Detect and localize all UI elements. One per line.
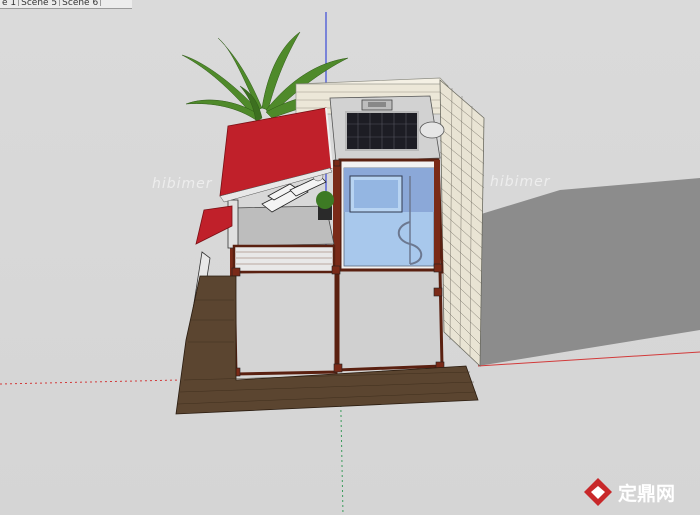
watermark-left: hibimer xyxy=(152,176,213,192)
watermark-right: hibimer xyxy=(490,174,551,190)
upper-left-container-band xyxy=(232,244,336,274)
site-logo-text: 定鼎网 xyxy=(618,482,675,505)
model-viewport[interactable]: e 1 Scene 5 Scene 6 hibimer hibimer 定鼎网 xyxy=(0,0,700,515)
satellite-dish xyxy=(419,121,445,139)
building-shadow xyxy=(478,178,700,366)
model-canvas: hibimer hibimer 定鼎网 xyxy=(0,12,700,515)
lower-container-right xyxy=(336,268,444,372)
lower-container-left xyxy=(232,268,338,376)
awning-small xyxy=(195,205,233,245)
red-axis-dotted xyxy=(0,379,181,385)
site-logo: 定鼎网 xyxy=(584,478,675,506)
